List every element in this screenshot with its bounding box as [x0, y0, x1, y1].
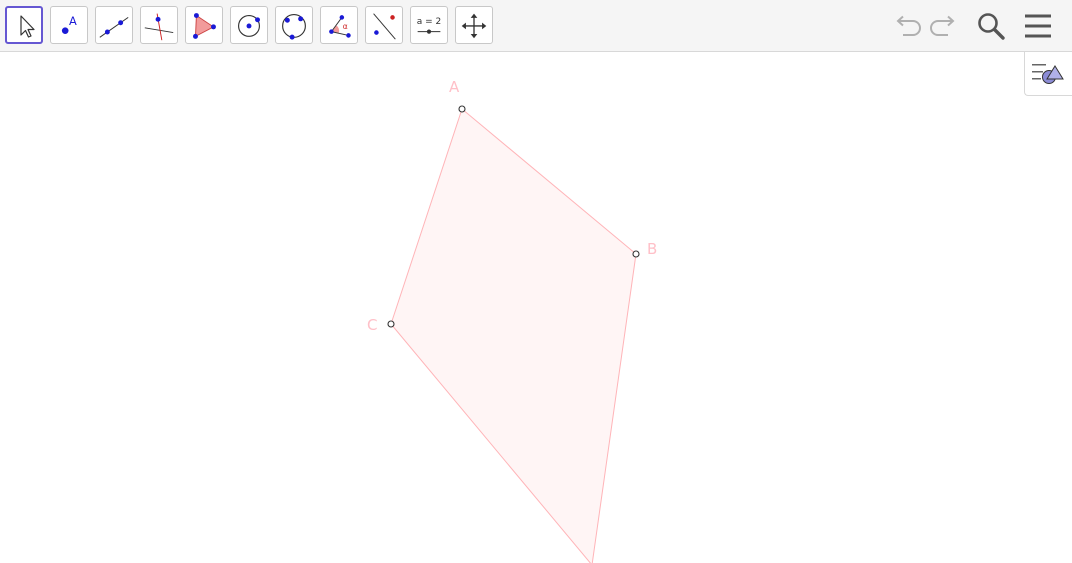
move-graphics-view-icon	[461, 13, 487, 39]
tool-move-graphics-view[interactable]	[455, 6, 493, 44]
point-a[interactable]	[458, 105, 466, 113]
toolbar: A α a = 2	[0, 0, 1072, 52]
tool-reflect[interactable]	[365, 6, 403, 44]
tool-point[interactable]: A	[50, 6, 88, 44]
point-tool-glyph: A	[69, 14, 77, 28]
menu-icon	[1025, 14, 1051, 38]
tool-circle-three-points[interactable]	[275, 6, 313, 44]
point-b-label: B	[647, 240, 657, 258]
search-button[interactable]	[973, 8, 1009, 44]
polygon-icon	[193, 13, 216, 39]
polygon-quadrilateral[interactable]	[390, 108, 637, 563]
point-c[interactable]	[387, 320, 395, 328]
reflect-icon	[373, 13, 396, 40]
point-b[interactable]	[632, 250, 640, 258]
slider-tool-glyph: a = 2	[417, 17, 442, 27]
tool-move[interactable]	[5, 6, 43, 44]
angle-icon: α	[329, 15, 351, 38]
tool-perpendicular[interactable]	[140, 6, 178, 44]
graphics-view[interactable]: A B C	[0, 53, 1072, 563]
point-a-label: A	[449, 78, 460, 96]
redo-icon	[930, 15, 955, 36]
main-menu-button[interactable]	[1020, 8, 1056, 44]
tool-polygon[interactable]	[185, 6, 223, 44]
slider-icon: a = 2	[417, 17, 442, 34]
point-c-label: C	[367, 316, 377, 334]
angle-tool-glyph: α	[343, 22, 348, 31]
tool-circle[interactable]	[230, 6, 268, 44]
tool-line[interactable]	[95, 6, 133, 44]
circle-three-points-icon	[282, 14, 306, 40]
move-arrow-icon	[20, 15, 35, 38]
undo-button[interactable]	[889, 8, 925, 44]
undo-icon	[896, 15, 921, 36]
search-icon	[978, 13, 1005, 40]
tool-angle[interactable]: α	[320, 6, 358, 44]
circle-center-point-icon	[238, 14, 260, 37]
perpendicular-line-icon	[144, 13, 174, 41]
point-icon: A	[61, 14, 77, 34]
redo-button[interactable]	[926, 8, 962, 44]
tool-slider[interactable]: a = 2	[410, 6, 448, 44]
line-icon	[99, 17, 129, 38]
